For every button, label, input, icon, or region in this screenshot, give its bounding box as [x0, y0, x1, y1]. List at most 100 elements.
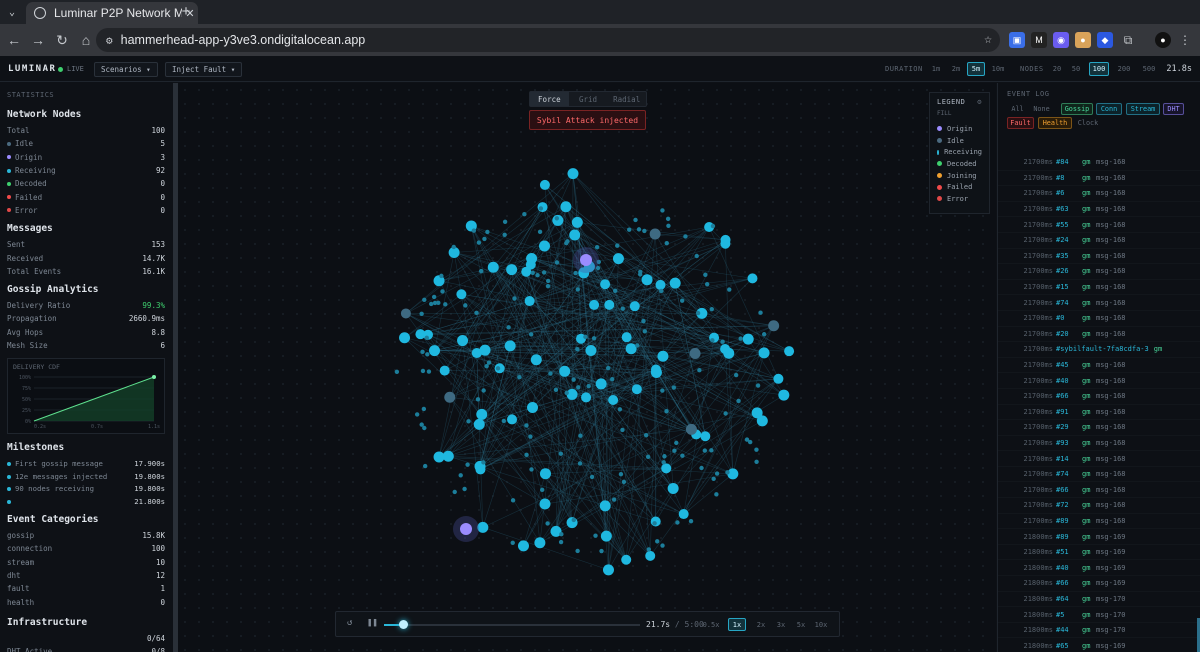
- event-log-row[interactable]: 21800ms #64 gm msg-170: [998, 592, 1200, 608]
- network-node[interactable]: [539, 179, 550, 190]
- filter-chip-gossip[interactable]: Gossip: [1061, 103, 1093, 115]
- duration-option-1m[interactable]: 1m: [930, 62, 942, 76]
- event-log-row[interactable]: 21700ms #89 gm msg-168: [998, 514, 1200, 530]
- event-log-row[interactable]: 21800ms #89 gm msg-169: [998, 529, 1200, 545]
- event-log-row[interactable]: 21700ms #91 gm msg-168: [998, 405, 1200, 421]
- back-icon[interactable]: ←: [2, 28, 26, 52]
- network-node[interactable]: [608, 394, 619, 405]
- nodes-option-100[interactable]: 100: [1089, 62, 1109, 76]
- network-node[interactable]: [530, 354, 542, 366]
- new-tab-button[interactable]: +: [178, 3, 194, 21]
- event-log-row[interactable]: 21700ms #6 gm msg-168: [998, 186, 1200, 202]
- event-log-list[interactable]: 21700ms #84 gm msg-168 21700ms #8 gm msg-168 217…: [998, 155, 1200, 652]
- network-node[interactable]: [539, 498, 551, 510]
- event-log-row[interactable]: 21700ms #0 gm msg-168: [998, 311, 1200, 327]
- network-node[interactable]: [560, 201, 572, 213]
- network-node[interactable]: [506, 264, 518, 276]
- network-node[interactable]: [700, 431, 711, 442]
- network-node[interactable]: [571, 216, 583, 228]
- network-node[interactable]: [600, 279, 611, 290]
- network-node[interactable]: [567, 168, 579, 180]
- pause-icon[interactable]: ❚❚: [367, 618, 378, 628]
- event-log-row[interactable]: 21700ms #66 gm msg-168: [998, 482, 1200, 499]
- network-node[interactable]: [641, 274, 653, 286]
- network-graph[interactable]: [178, 83, 996, 652]
- network-node[interactable]: [657, 350, 669, 362]
- network-node[interactable]: [625, 343, 637, 355]
- event-log-row[interactable]: 21700ms #sybil fault-7fa8cdfa-3 gm: [998, 342, 1200, 358]
- network-node[interactable]: [487, 261, 499, 273]
- browser-tab[interactable]: Luminar P2P Network M ✕: [26, 2, 198, 24]
- extension-icon[interactable]: ▣: [1009, 32, 1025, 48]
- network-node[interactable]: [539, 468, 551, 480]
- network-node[interactable]: [521, 266, 532, 277]
- event-log-row[interactable]: 21700ms #72 gm msg-168: [998, 498, 1200, 514]
- network-node[interactable]: [678, 509, 689, 520]
- timeline-slider[interactable]: [384, 620, 640, 629]
- filter-chip-stream[interactable]: Stream: [1126, 103, 1160, 115]
- extension-icon[interactable]: M: [1031, 32, 1047, 48]
- network-node[interactable]: [504, 340, 516, 352]
- inject-fault-dropdown[interactable]: Inject Fault ▾: [165, 62, 243, 77]
- event-log-row[interactable]: 21700ms #63 gm msg-168: [998, 202, 1200, 218]
- network-node[interactable]: [473, 418, 485, 430]
- network-node[interactable]: [645, 550, 656, 561]
- filter-chip-fault[interactable]: Fault: [1007, 117, 1034, 129]
- puzzle-icon[interactable]: ⧉: [1120, 32, 1136, 48]
- network-node[interactable]: [689, 347, 701, 359]
- bookmark-star-icon[interactable]: ☆: [984, 32, 992, 47]
- network-graph-canvas[interactable]: [178, 83, 996, 652]
- duration-option-2m[interactable]: 2m: [950, 62, 962, 76]
- network-node[interactable]: [477, 521, 489, 533]
- filter-chip-none[interactable]: None: [1031, 103, 1052, 115]
- event-log-row[interactable]: 21800ms #44 gm msg-170: [998, 623, 1200, 639]
- menu-dots-icon[interactable]: ⋮: [1177, 32, 1193, 48]
- event-log-row[interactable]: 21700ms #45 gm msg-168: [998, 358, 1200, 374]
- origin-node[interactable]: [460, 523, 472, 535]
- event-log-row[interactable]: 21800ms #40 gm msg-169: [998, 560, 1200, 577]
- speed-option-10x[interactable]: 10x: [812, 618, 830, 631]
- network-node[interactable]: [758, 347, 770, 359]
- network-node[interactable]: [538, 240, 550, 252]
- event-log-row[interactable]: 21700ms #35 gm msg-168: [998, 249, 1200, 265]
- timeline-handle[interactable]: [398, 620, 408, 629]
- network-node[interactable]: [507, 414, 518, 425]
- network-node[interactable]: [602, 564, 614, 576]
- nodes-option-200[interactable]: 200: [1114, 62, 1134, 76]
- filter-chip-clock[interactable]: Clock: [1075, 117, 1101, 129]
- network-node[interactable]: [433, 451, 445, 463]
- nodes-option-500[interactable]: 500: [1139, 62, 1159, 76]
- speed-option-2x[interactable]: 2x: [752, 618, 770, 631]
- extension-icon[interactable]: ◉: [1053, 32, 1069, 48]
- event-log-row[interactable]: 21800ms #65 gm msg-169: [998, 638, 1200, 652]
- speed-option-0.5x[interactable]: 0.5x: [702, 618, 720, 631]
- network-node[interactable]: [527, 401, 539, 413]
- duration-option-5m[interactable]: 5m: [967, 62, 985, 76]
- event-log-row[interactable]: 21800ms #5 gm msg-170: [998, 607, 1200, 623]
- forward-icon[interactable]: →: [26, 28, 50, 52]
- network-node[interactable]: [773, 373, 784, 384]
- event-log-row[interactable]: 21700ms #14 gm msg-168: [998, 451, 1200, 467]
- event-log-row[interactable]: 21700ms #84 gm msg-168: [998, 155, 1200, 171]
- event-log-row[interactable]: 21700ms #55 gm msg-168: [998, 217, 1200, 233]
- network-node[interactable]: [399, 332, 411, 344]
- network-node[interactable]: [661, 463, 672, 474]
- network-node[interactable]: [517, 540, 529, 552]
- network-node[interactable]: [621, 554, 632, 565]
- event-log-row[interactable]: 21800ms #51 gm msg-169: [998, 545, 1200, 561]
- network-node[interactable]: [720, 238, 731, 249]
- network-node[interactable]: [621, 332, 632, 343]
- network-node[interactable]: [631, 384, 642, 395]
- network-node[interactable]: [471, 348, 482, 359]
- nodes-option-20[interactable]: 20: [1050, 62, 1064, 76]
- event-log-row[interactable]: 21700ms #93 gm msg-168: [998, 436, 1200, 452]
- extension-icon[interactable]: ●: [1075, 32, 1091, 48]
- network-node[interactable]: [685, 423, 697, 435]
- legend-settings-icon[interactable]: ⚙: [977, 98, 982, 106]
- url-text[interactable]: hammerhead-app-y3ve3.ondigitalocean.app: [121, 33, 366, 47]
- event-log-row[interactable]: 21700ms #15 gm msg-168: [998, 280, 1200, 296]
- network-node[interactable]: [667, 482, 679, 494]
- network-node[interactable]: [650, 364, 661, 375]
- restart-icon[interactable]: ↺: [347, 618, 352, 628]
- network-node[interactable]: [476, 408, 488, 420]
